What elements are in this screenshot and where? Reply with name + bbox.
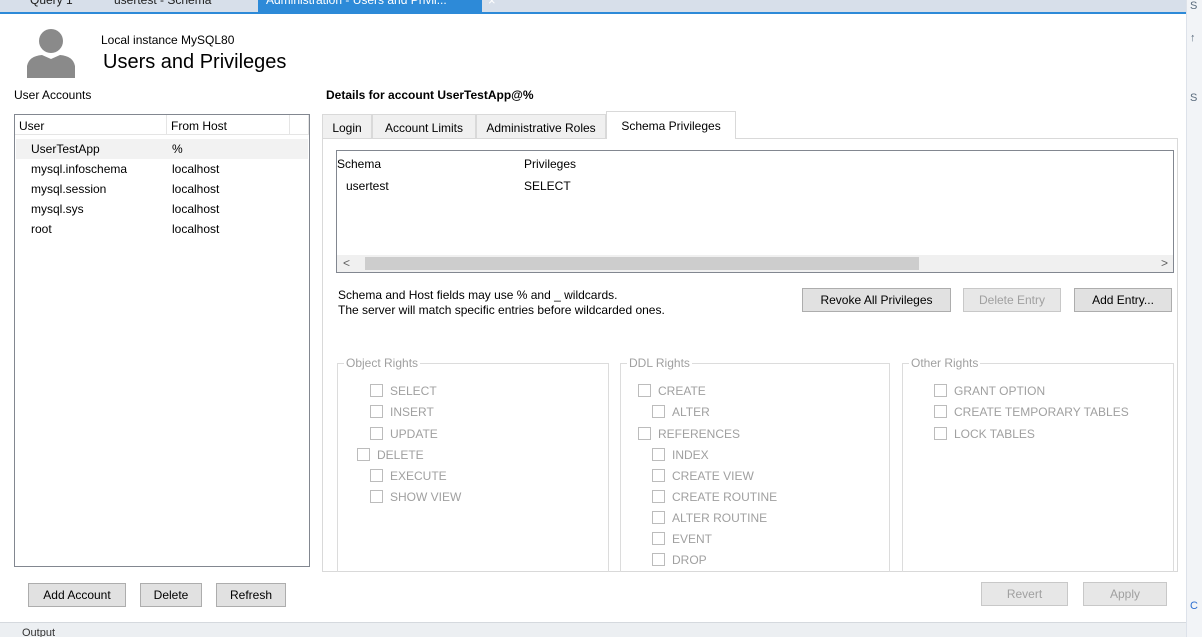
checkbox-label: EXECUTE: [390, 469, 447, 483]
tab-account-limits[interactable]: Account Limits: [372, 114, 476, 138]
checkbox-label: ALTER ROUTINE: [672, 511, 768, 525]
object-rights-title: Object Rights: [344, 356, 421, 370]
user-avatar-icon: [27, 29, 75, 78]
user-name: mysql.infoschema: [31, 162, 128, 176]
user-host: %: [172, 142, 183, 156]
privileges-cell[interactable]: SELECT: [524, 179, 571, 193]
revert-button[interactable]: Revert: [981, 582, 1068, 606]
tab-usertest-schema[interactable]: usertest - Schema: [106, 0, 256, 12]
wildcard-note-line1: Schema and Host fields may use % and _ w…: [338, 288, 618, 302]
checkbox-label: EVENT: [672, 532, 713, 546]
checkbox-label: DELETE: [377, 448, 424, 462]
scroll-left-icon[interactable]: <: [343, 256, 350, 270]
tab-query-1[interactable]: Query 1: [22, 0, 102, 12]
refresh-button[interactable]: Refresh: [216, 583, 286, 607]
user-row[interactable]: mysql.infoschema localhost: [16, 159, 308, 179]
schema-privileges-grid[interactable]: Schema Privileges usertest SELECT < >: [336, 150, 1174, 273]
checkbox-icon[interactable]: [652, 490, 665, 503]
checkbox-icon[interactable]: [934, 405, 947, 418]
user-host: localhost: [172, 182, 220, 196]
horizontal-scrollbar[interactable]: < >: [337, 255, 1173, 272]
output-panel-strip: Output: [0, 622, 1186, 637]
delete-account-button[interactable]: Delete: [140, 583, 202, 607]
checkbox-icon[interactable]: [370, 384, 383, 397]
tab-administrative-roles[interactable]: Administrative Roles: [476, 114, 606, 138]
checkbox-label: CREATE VIEW: [672, 469, 754, 483]
checkbox-label: CREATE ROUTINE: [672, 490, 778, 504]
output-label: Output: [22, 627, 56, 637]
checkbox-icon[interactable]: [652, 532, 665, 545]
editor-tab-bar: Query 1 usertest - Schema Administration…: [0, 0, 1202, 12]
instance-name: Local instance MySQL80: [101, 33, 235, 47]
user-name: mysql.session: [31, 182, 107, 196]
ddl-rights-title: DDL Rights: [627, 356, 692, 370]
user-row[interactable]: mysql.session localhost: [16, 179, 308, 199]
user-host: localhost: [172, 202, 220, 216]
checkbox-icon[interactable]: [934, 427, 947, 440]
user-name: mysql.sys: [31, 202, 84, 216]
checkbox-label: CREATE: [658, 384, 706, 398]
checkbox-icon[interactable]: [370, 405, 383, 418]
column-header-user[interactable]: User: [15, 115, 167, 135]
user-accounts-list[interactable]: User From Host UserTestApp % mysql.infos…: [14, 114, 310, 567]
apply-button[interactable]: Apply: [1083, 582, 1167, 606]
checkbox-icon[interactable]: [638, 384, 651, 397]
add-account-button[interactable]: Add Account: [28, 583, 126, 607]
checkbox-label: LOCK TABLES: [954, 427, 1035, 441]
tab-underline: [0, 12, 1186, 14]
checkbox-icon[interactable]: [638, 427, 651, 440]
checkbox-label: INDEX: [672, 448, 709, 462]
checkbox-icon[interactable]: [934, 384, 947, 397]
checkbox-icon[interactable]: [357, 448, 370, 461]
user-host: localhost: [172, 162, 220, 176]
column-header-privileges[interactable]: Privileges: [524, 157, 576, 171]
wildcard-note-line2: The server will match specific entries b…: [338, 303, 665, 317]
checkbox-label: REFERENCES: [658, 427, 741, 441]
checkbox-icon[interactable]: [652, 405, 665, 418]
checkbox-icon[interactable]: [652, 511, 665, 524]
tab-login[interactable]: Login: [322, 114, 372, 138]
column-header-schema[interactable]: Schema: [337, 157, 381, 171]
checkbox-label: ALTER: [672, 405, 710, 419]
checkbox-label: INSERT: [390, 405, 434, 419]
checkbox-label: CREATE TEMPORARY TABLES: [954, 405, 1129, 419]
add-entry-button[interactable]: Add Entry...: [1074, 288, 1172, 312]
page-title: Users and Privileges: [103, 51, 287, 73]
user-host: localhost: [172, 222, 220, 236]
user-row[interactable]: mysql.sys localhost: [16, 199, 308, 219]
tab-administration-users[interactable]: Administration - Users and Privil...: [258, 0, 482, 12]
checkbox-icon[interactable]: [652, 553, 665, 566]
user-accounts-heading: User Accounts: [14, 88, 92, 102]
checkbox-icon[interactable]: [370, 469, 383, 482]
user-name: UserTestApp: [31, 142, 100, 156]
checkbox-label: SELECT: [390, 384, 437, 398]
checkbox-label: SHOW VIEW: [390, 490, 462, 504]
user-name: root: [31, 222, 52, 236]
other-rights-title: Other Rights: [909, 356, 981, 370]
revoke-all-privileges-button[interactable]: Revoke All Privileges: [802, 288, 951, 312]
checkbox-label: DROP: [672, 553, 707, 567]
schema-cell[interactable]: usertest: [346, 179, 389, 193]
details-title: Details for account UserTestApp@%: [326, 88, 534, 102]
column-header-from-host[interactable]: From Host: [167, 115, 290, 135]
checkbox-icon[interactable]: [652, 469, 665, 482]
checkbox-icon[interactable]: [370, 490, 383, 503]
checkbox-icon[interactable]: [370, 427, 383, 440]
checkbox-icon[interactable]: [652, 448, 665, 461]
column-header-filler: [290, 115, 309, 135]
scrollbar-thumb[interactable]: [365, 257, 919, 270]
tab-schema-privileges[interactable]: Schema Privileges: [606, 111, 736, 139]
delete-entry-button[interactable]: Delete Entry: [963, 288, 1061, 312]
checkbox-label: GRANT OPTION: [954, 384, 1046, 398]
side-panel-edge: S ↑ S C: [1186, 0, 1202, 637]
checkbox-label: UPDATE: [390, 427, 438, 441]
user-row[interactable]: root localhost: [16, 219, 308, 239]
close-tab-icon[interactable]: ×: [488, 0, 496, 8]
user-row[interactable]: UserTestApp %: [16, 139, 308, 159]
scroll-right-icon[interactable]: >: [1161, 256, 1168, 270]
